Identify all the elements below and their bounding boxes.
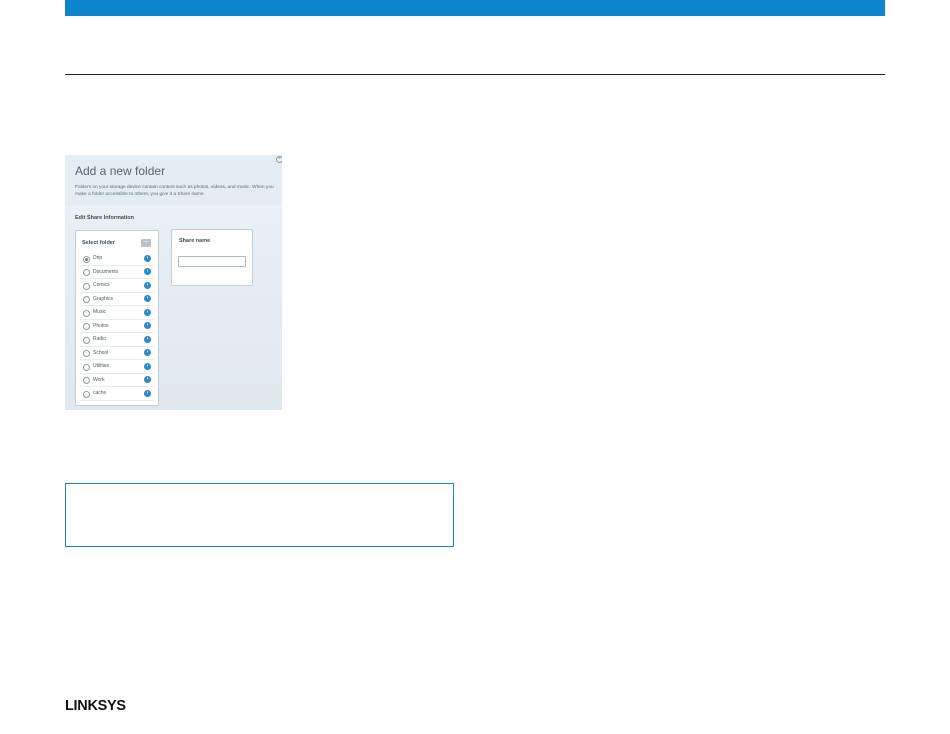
- share-name-title: Share name: [179, 238, 211, 244]
- folder-label: Comics: [93, 282, 110, 288]
- folder-label: Graphics: [93, 295, 114, 302]
- folder-item[interactable]: Documents ›: [80, 266, 154, 279]
- folder-label: Utilities: [93, 363, 110, 369]
- chevron-right-icon[interactable]: ›: [144, 281, 151, 289]
- folder-label: Work: [93, 376, 105, 383]
- folder-item[interactable]: Radio ›: [80, 333, 154, 347]
- share-name-panel: Share name: [171, 229, 253, 286]
- collapse-icon[interactable]: –: [141, 239, 151, 247]
- chevron-right-icon[interactable]: ›: [144, 389, 151, 397]
- folder-item[interactable]: Drip ›: [80, 252, 154, 266]
- select-folder-panel: Select folder – Drip › Documents › Comics › Gr…: [75, 230, 159, 406]
- folder-label: School: [93, 349, 109, 356]
- folder-radio[interactable]: [83, 296, 90, 303]
- folder-label: Photos: [93, 322, 109, 329]
- top-banner: [65, 0, 885, 16]
- share-name-input[interactable]: [178, 256, 246, 267]
- folder-radio[interactable]: [83, 363, 90, 371]
- folder-radio[interactable]: [83, 309, 90, 317]
- chevron-right-icon[interactable]: ›: [144, 376, 151, 383]
- folder-radio[interactable]: [83, 255, 90, 263]
- folder-item[interactable]: Work ›: [80, 374, 154, 387]
- folder-radio[interactable]: [83, 336, 90, 344]
- folder-radio[interactable]: [83, 390, 90, 398]
- folder-radio[interactable]: [83, 323, 90, 330]
- dialog-description: Folders on your storage device contain c…: [75, 185, 274, 197]
- folder-item[interactable]: cache ›: [80, 387, 154, 401]
- linksys-logo: LINKSYS: [65, 698, 126, 714]
- chevron-right-icon[interactable]: ›: [144, 335, 151, 343]
- chevron-right-icon[interactable]: ›: [144, 254, 151, 262]
- select-folder-title: Select folder: [82, 240, 116, 246]
- folder-radio[interactable]: [83, 282, 90, 290]
- chevron-right-icon[interactable]: ›: [144, 322, 151, 329]
- chevron-right-icon[interactable]: ›: [144, 295, 151, 302]
- folder-radio[interactable]: [83, 350, 90, 357]
- dialog-title: Add a new folder: [75, 164, 166, 178]
- folder-item[interactable]: Music ›: [80, 306, 154, 320]
- add-folder-dialog: × Add a new folder Folders on your stora…: [65, 155, 282, 410]
- folder-label: cache: [93, 390, 107, 396]
- folder-radio[interactable]: [83, 269, 90, 276]
- folder-item[interactable]: School ›: [80, 347, 154, 360]
- header-divider: [65, 74, 885, 75]
- note-box: [65, 483, 454, 547]
- folder-item[interactable]: Utilities ›: [80, 360, 154, 374]
- folder-label: Radio: [93, 336, 107, 342]
- folder-label: Music: [93, 309, 107, 315]
- folder-radio[interactable]: [83, 377, 90, 384]
- section-title: Edit Share Information: [75, 215, 134, 221]
- chevron-right-icon[interactable]: ›: [144, 362, 151, 370]
- folder-item[interactable]: Comics ›: [80, 279, 154, 293]
- folder-label: Drip: [93, 255, 103, 261]
- folder-item[interactable]: Photos ›: [80, 320, 154, 333]
- chevron-right-icon[interactable]: ›: [144, 268, 151, 275]
- chevron-right-icon[interactable]: ›: [144, 308, 151, 316]
- folder-list: Drip › Documents › Comics › Graphics › Music › Pho…: [80, 252, 154, 401]
- folder-label: Documents: [93, 268, 119, 275]
- chevron-right-icon[interactable]: ›: [144, 349, 151, 356]
- folder-item[interactable]: Graphics ›: [80, 293, 154, 306]
- close-icon[interactable]: ×: [276, 156, 282, 163]
